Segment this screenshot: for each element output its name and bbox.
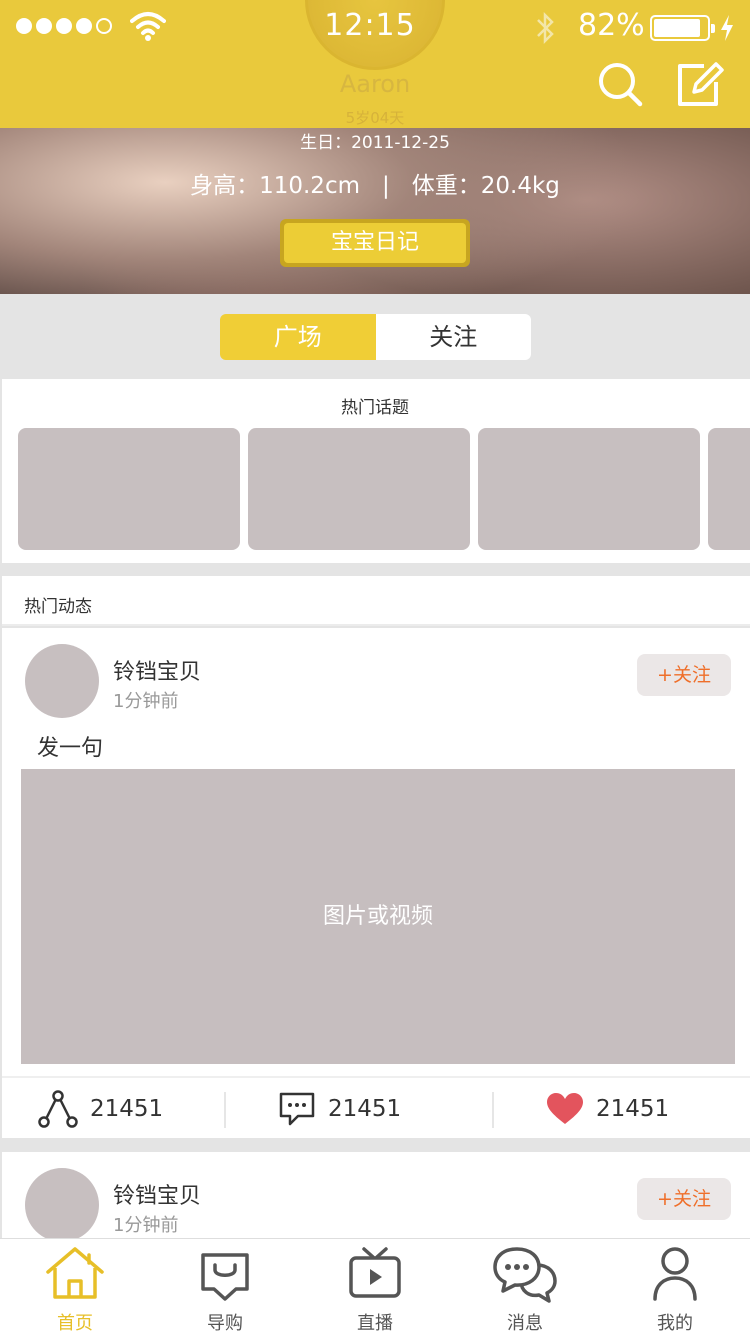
post-time: 1分钟前 <box>113 691 179 712</box>
topic-card[interactable] <box>18 428 240 550</box>
tv-icon <box>349 1247 401 1298</box>
share-icon <box>38 1090 78 1128</box>
follow-button[interactable]: +关注 <box>637 654 731 696</box>
baby-birthday: 生日：2011-12-25 <box>300 133 450 153</box>
baby-name: Aaron <box>339 70 411 98</box>
heart-icon <box>547 1093 583 1124</box>
baby-weight: 体重：20.4kg <box>411 173 560 199</box>
post-text: 发一句 <box>37 736 104 761</box>
tab-square[interactable]: 广场 <box>220 314 376 360</box>
baby-stats: 身高：110.2cm | 体重：20.4kg <box>0 166 750 200</box>
avatar[interactable] <box>25 644 99 718</box>
hot-feed-header: 热门动态 <box>2 576 750 626</box>
tab-live[interactable]: 直播 <box>300 1239 450 1334</box>
like-count: 21451 <box>596 1096 670 1122</box>
tab-label: 消息 <box>507 1313 543 1334</box>
battery-icon <box>650 15 715 41</box>
post-time: 1分钟前 <box>113 1215 179 1236</box>
feed-segmented-control: 广场 关注 <box>220 314 531 360</box>
feed-post: 铃铛宝贝 1分钟前 +关注 发一句 图片或视频 21451 21451 2145… <box>2 628 750 1138</box>
battery-percent: 82% <box>578 8 645 43</box>
home-icon <box>46 1247 104 1299</box>
post-actions: 21451 21451 21451 <box>2 1076 750 1138</box>
bluetooth-icon <box>537 11 554 45</box>
topic-card[interactable] <box>478 428 700 550</box>
topic-card[interactable] <box>708 428 750 550</box>
feed-post: 铃铛宝贝 1分钟前 +关注 <box>2 1152 750 1242</box>
shopping-bag-icon <box>201 1253 249 1301</box>
baby-age: 5岁04天 <box>345 109 405 127</box>
user-icon <box>653 1247 697 1301</box>
tab-label: 我的 <box>657 1313 693 1334</box>
share-action[interactable]: 21451 <box>38 1078 163 1140</box>
hot-feed-title: 热门动态 <box>24 597 92 617</box>
tab-label: 首页 <box>57 1313 93 1334</box>
tab-label: 导购 <box>207 1313 243 1334</box>
tab-label: 直播 <box>357 1313 393 1334</box>
avatar[interactable] <box>25 1168 99 1242</box>
baby-diary-button[interactable]: 宝宝日记 <box>280 219 470 267</box>
chat-bubbles-icon <box>493 1247 557 1303</box>
hot-topics-title: 热门话题 <box>341 398 409 418</box>
comment-icon <box>279 1092 315 1126</box>
tab-messages[interactable]: 消息 <box>450 1239 600 1334</box>
hot-topics-section: 热门话题 <box>2 379 750 563</box>
tab-shopping[interactable]: 导购 <box>150 1239 300 1334</box>
divider <box>492 1092 494 1128</box>
topic-card[interactable] <box>248 428 470 550</box>
share-count: 21451 <box>90 1096 164 1122</box>
profile-header: 12:15 82% Aaron 5岁04天 生日：2011-12-25 身高：1… <box>0 0 750 294</box>
tab-home[interactable]: 首页 <box>0 1239 150 1334</box>
post-author[interactable]: 铃铛宝贝 <box>113 1178 201 1210</box>
follow-button[interactable]: +关注 <box>637 1178 731 1220</box>
tab-following[interactable]: 关注 <box>375 314 531 360</box>
comment-count: 21451 <box>328 1096 402 1122</box>
post-media[interactable]: 图片或视频 <box>21 769 735 1064</box>
divider <box>224 1092 226 1128</box>
status-bar: 12:15 82% <box>0 0 750 56</box>
post-author[interactable]: 铃铛宝贝 <box>113 654 201 686</box>
baby-height: 身高：110.2cm <box>190 173 360 199</box>
baby-diary-label: 宝宝日记 <box>284 223 466 263</box>
tab-profile[interactable]: 我的 <box>600 1239 750 1334</box>
like-action[interactable]: 21451 <box>546 1078 669 1140</box>
stats-separator: | <box>382 173 390 199</box>
comment-action[interactable]: 21451 <box>278 1078 401 1140</box>
charging-icon <box>721 15 733 41</box>
bottom-tab-bar: 首页 导购 直播 消息 我的 <box>0 1238 750 1334</box>
